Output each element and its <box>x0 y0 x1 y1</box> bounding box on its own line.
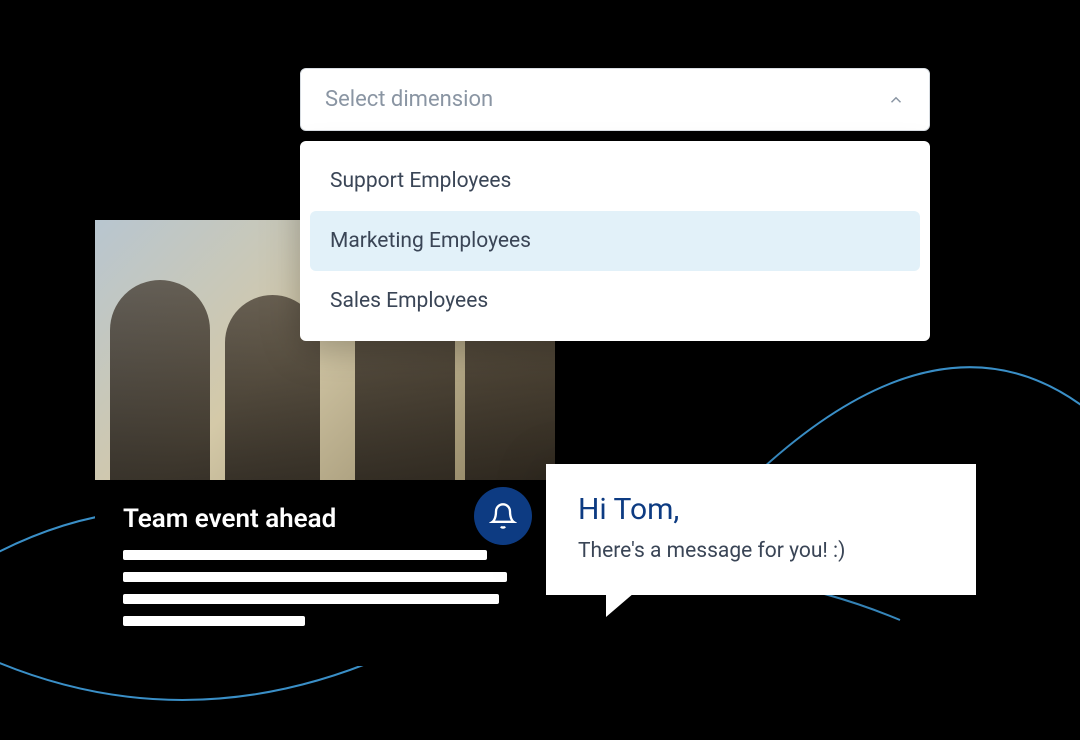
notification-body: There's a message for you! :) <box>578 539 944 563</box>
dimension-dropdown: Select dimension Support Employees Marke… <box>300 68 930 341</box>
dropdown-option-marketing[interactable]: Marketing Employees <box>310 211 920 271</box>
dropdown-option-support[interactable]: Support Employees <box>310 151 920 211</box>
bell-icon <box>489 502 517 530</box>
dropdown-option-sales[interactable]: Sales Employees <box>310 271 920 331</box>
notification-bubble: Hi Tom, There's a message for you! :) <box>546 464 976 595</box>
chevron-up-icon <box>887 91 905 109</box>
event-card-body-placeholder <box>95 550 555 666</box>
dimension-dropdown-menu: Support Employees Marketing Employees Sa… <box>300 141 930 341</box>
dimension-select-trigger[interactable]: Select dimension <box>300 68 930 131</box>
notification-greeting: Hi Tom, <box>578 492 944 527</box>
dimension-select-placeholder: Select dimension <box>325 87 493 112</box>
notification-badge[interactable] <box>474 487 532 545</box>
